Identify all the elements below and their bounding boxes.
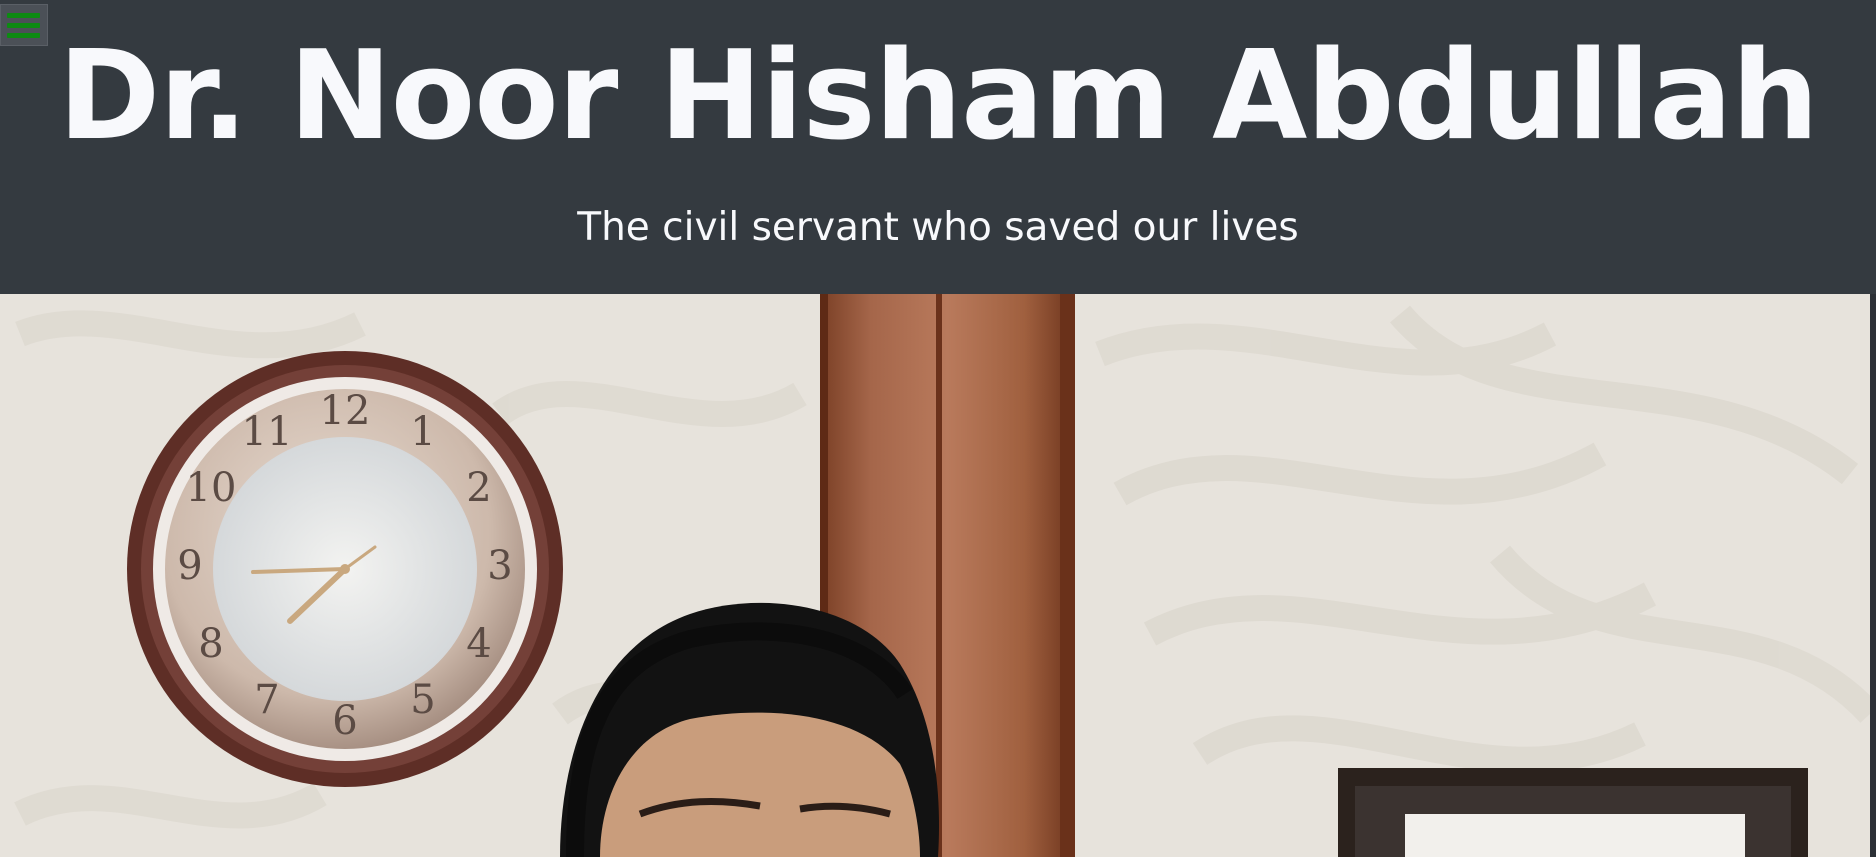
clock-numeral: 6 xyxy=(332,698,357,744)
clock-numeral: 10 xyxy=(186,465,237,511)
picture-frame xyxy=(1338,768,1808,857)
clock-numeral: 11 xyxy=(242,409,293,455)
clock-numeral: 7 xyxy=(254,677,279,723)
clock-numeral: 3 xyxy=(487,543,512,589)
clock-numeral: 2 xyxy=(466,465,491,511)
page-scrollbar[interactable] xyxy=(1870,294,1876,857)
clock-numeral: 9 xyxy=(177,543,202,589)
wall-clock: 12 1 2 3 4 5 6 7 8 9 10 11 xyxy=(127,351,563,787)
page-subtitle: The civil servant who saved our lives xyxy=(577,205,1299,250)
page-title: Dr. Noor Hisham Abdullah xyxy=(58,25,1819,168)
clock-numeral: 4 xyxy=(466,621,491,667)
hamburger-menu-icon xyxy=(7,13,40,18)
clock-numeral: 8 xyxy=(198,621,223,667)
clock-numeral: 12 xyxy=(320,388,371,434)
hero-photo: 12 1 2 3 4 5 6 7 8 9 10 11 xyxy=(0,294,1870,857)
clock-numeral: 1 xyxy=(410,409,435,455)
clock-numeral: 5 xyxy=(410,677,435,723)
header-banner: Dr. Noor Hisham Abdullah The civil serva… xyxy=(0,0,1876,294)
page: Dr. Noor Hisham Abdullah The civil serva… xyxy=(0,0,1876,857)
